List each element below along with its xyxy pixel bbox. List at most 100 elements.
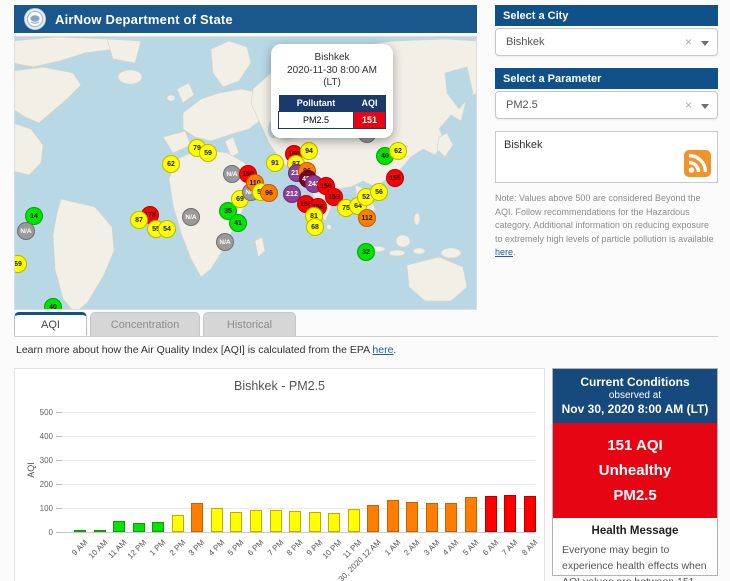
app-header: AirNow Department of State <box>14 5 477 33</box>
aqi-map-marker[interactable]: 112 <box>358 209 376 227</box>
popup-aqi-header: AQI <box>353 94 386 111</box>
tab-historical[interactable]: Historical <box>203 312 296 336</box>
aqi-bar <box>328 513 341 532</box>
aqi-map-marker[interactable]: 87 <box>130 211 148 229</box>
aqi-bar <box>425 503 438 532</box>
tab-aqi[interactable]: AQI <box>14 312 87 336</box>
aqi-map-marker[interactable]: 54 <box>158 220 176 238</box>
aqi-map-marker[interactable]: 155 <box>386 169 404 187</box>
note-text: Note: Values above 500 are considered Be… <box>495 193 714 244</box>
aqi-bar <box>465 497 477 532</box>
cc-health-message: Health Message Everyone may begin to exp… <box>553 518 717 581</box>
y-tick-label: 500 <box>39 408 53 417</box>
chart-title: Bishkek - PM2.5 <box>233 379 325 393</box>
gridline <box>61 436 535 437</box>
gridline <box>61 484 535 485</box>
aqi-map-marker[interactable]: 62 <box>389 142 407 160</box>
note-here-link[interactable]: here <box>495 247 513 257</box>
aqi-bar <box>367 505 380 532</box>
cc-observed-at: observed at <box>608 390 662 401</box>
aqi-bar <box>113 521 126 532</box>
popup-aqi-table: Pollutant AQI PM2.5 151 <box>278 94 386 129</box>
aqi-map-marker[interactable]: N/A <box>17 222 35 240</box>
city-select-value: Bishkek <box>506 36 545 48</box>
aqi-bar-chart: Bishkek - PM2.5 AQI 0 100 200 300 400 500 9 AM… <box>14 368 545 581</box>
cc-title: Current Conditions <box>580 375 690 389</box>
note-suffix: . <box>513 247 516 257</box>
select-city-header: Select a City <box>495 5 718 26</box>
city-chevron-down-icon[interactable] <box>701 41 709 46</box>
select-parameter-header: Select a Parameter <box>495 68 718 89</box>
aqi-bar <box>347 509 360 532</box>
popup-datetime: 2020-11-30 8:00 AM <box>287 64 377 76</box>
aqi-bar <box>269 510 282 532</box>
rss-icon[interactable] <box>684 150 711 177</box>
parameter-clear-icon[interactable]: × <box>685 99 692 111</box>
popup-pollutant-value: PM2.5 <box>278 110 354 129</box>
aqi-bar <box>171 515 184 532</box>
y-tick-label: 200 <box>39 480 53 489</box>
cc-datetime: Nov 30, 2020 8:00 AM (LT) <box>561 402 709 416</box>
city-select[interactable]: Bishkek × <box>495 28 718 56</box>
learn-more-text: Learn more about how the Air Quality Ind… <box>16 344 373 356</box>
aqi-map-marker[interactable]: 96 <box>260 184 278 202</box>
learn-more-line: Learn more about how the Air Quality Ind… <box>16 344 396 356</box>
gridline <box>61 460 535 461</box>
y-tick <box>56 460 62 461</box>
city-clear-icon[interactable]: × <box>685 36 692 48</box>
page-title: AirNow Department of State <box>55 11 233 27</box>
aqi-bar <box>484 495 497 532</box>
popup-aqi-value: 151 <box>353 110 386 129</box>
y-tick <box>56 532 62 533</box>
aqi-bar <box>93 530 106 532</box>
aqi-bar <box>406 502 419 532</box>
cc-aqi-parameter: PM2.5 <box>613 486 657 504</box>
tab-concentration[interactable]: Concentration <box>90 312 200 336</box>
aqi-bar <box>289 510 302 532</box>
chart-tabs: AQI Concentration Historical <box>14 312 718 337</box>
aqi-map-marker[interactable]: 41 <box>229 214 247 232</box>
health-message-text: Everyone may begin to experience health … <box>562 544 707 581</box>
beyond-aqi-note: Note: Values above 500 are considered Be… <box>495 192 718 260</box>
y-tick-label: 300 <box>39 456 53 465</box>
current-conditions-header: Current Conditions observed at Nov 30, 2… <box>553 369 717 423</box>
popup-city: Bishkek <box>314 52 350 63</box>
airnow-dos-page: AirNow Department of State 14 N/A 69 40 … <box>0 0 730 581</box>
aqi-bar <box>191 502 204 532</box>
gridline <box>61 508 535 509</box>
gridline <box>61 532 535 533</box>
aqi-bar <box>132 522 145 532</box>
aqi-bar <box>523 495 536 532</box>
health-message-title: Health Message <box>591 525 679 538</box>
aqi-map-marker[interactable]: N/A <box>216 233 234 251</box>
parameter-select[interactable]: PM2.5 × <box>495 91 718 119</box>
aqi-map-marker[interactable]: 56 <box>370 183 388 201</box>
aqi-bar <box>230 511 243 532</box>
aqi-map-marker[interactable]: 62 <box>162 155 180 173</box>
feed-city-label: Bishkek <box>504 139 543 151</box>
current-conditions-panel: Current Conditions observed at Nov 30, 2… <box>552 368 718 581</box>
y-tick <box>56 412 62 413</box>
city-feed-box: Bishkek <box>495 131 718 183</box>
aqi-map-marker[interactable]: 91 <box>266 154 284 172</box>
us-seal-icon <box>24 8 46 30</box>
aqi-map-marker[interactable]: 32 <box>357 243 375 261</box>
learn-more-here-link[interactable]: here <box>372 344 393 356</box>
aqi-map-marker[interactable]: N/A <box>182 208 200 226</box>
y-tick <box>56 508 62 509</box>
aqi-bar <box>308 512 321 532</box>
map-popup: Bishkek 2020-11-30 8:00 AM (LT) Pollutan… <box>271 44 393 138</box>
y-tick <box>56 484 62 485</box>
aqi-bar <box>445 502 458 532</box>
aqi-world-map[interactable]: 14 N/A 69 40 79 59 62 N/A 178 87 55 54 N/A N/A 35 41 69 N… <box>14 36 477 310</box>
aqi-bar <box>249 510 262 532</box>
parameter-chevron-down-icon[interactable] <box>701 104 709 109</box>
aqi-map-marker[interactable]: 68 <box>306 218 324 236</box>
aqi-map-marker[interactable]: 40 <box>44 298 62 309</box>
aqi-map-marker[interactable]: 59 <box>199 144 217 162</box>
y-tick <box>56 436 62 437</box>
popup-timezone: (LT) <box>323 77 341 88</box>
cc-aqi-value: 151 AQI <box>607 437 663 454</box>
aqi-bar <box>210 508 223 532</box>
